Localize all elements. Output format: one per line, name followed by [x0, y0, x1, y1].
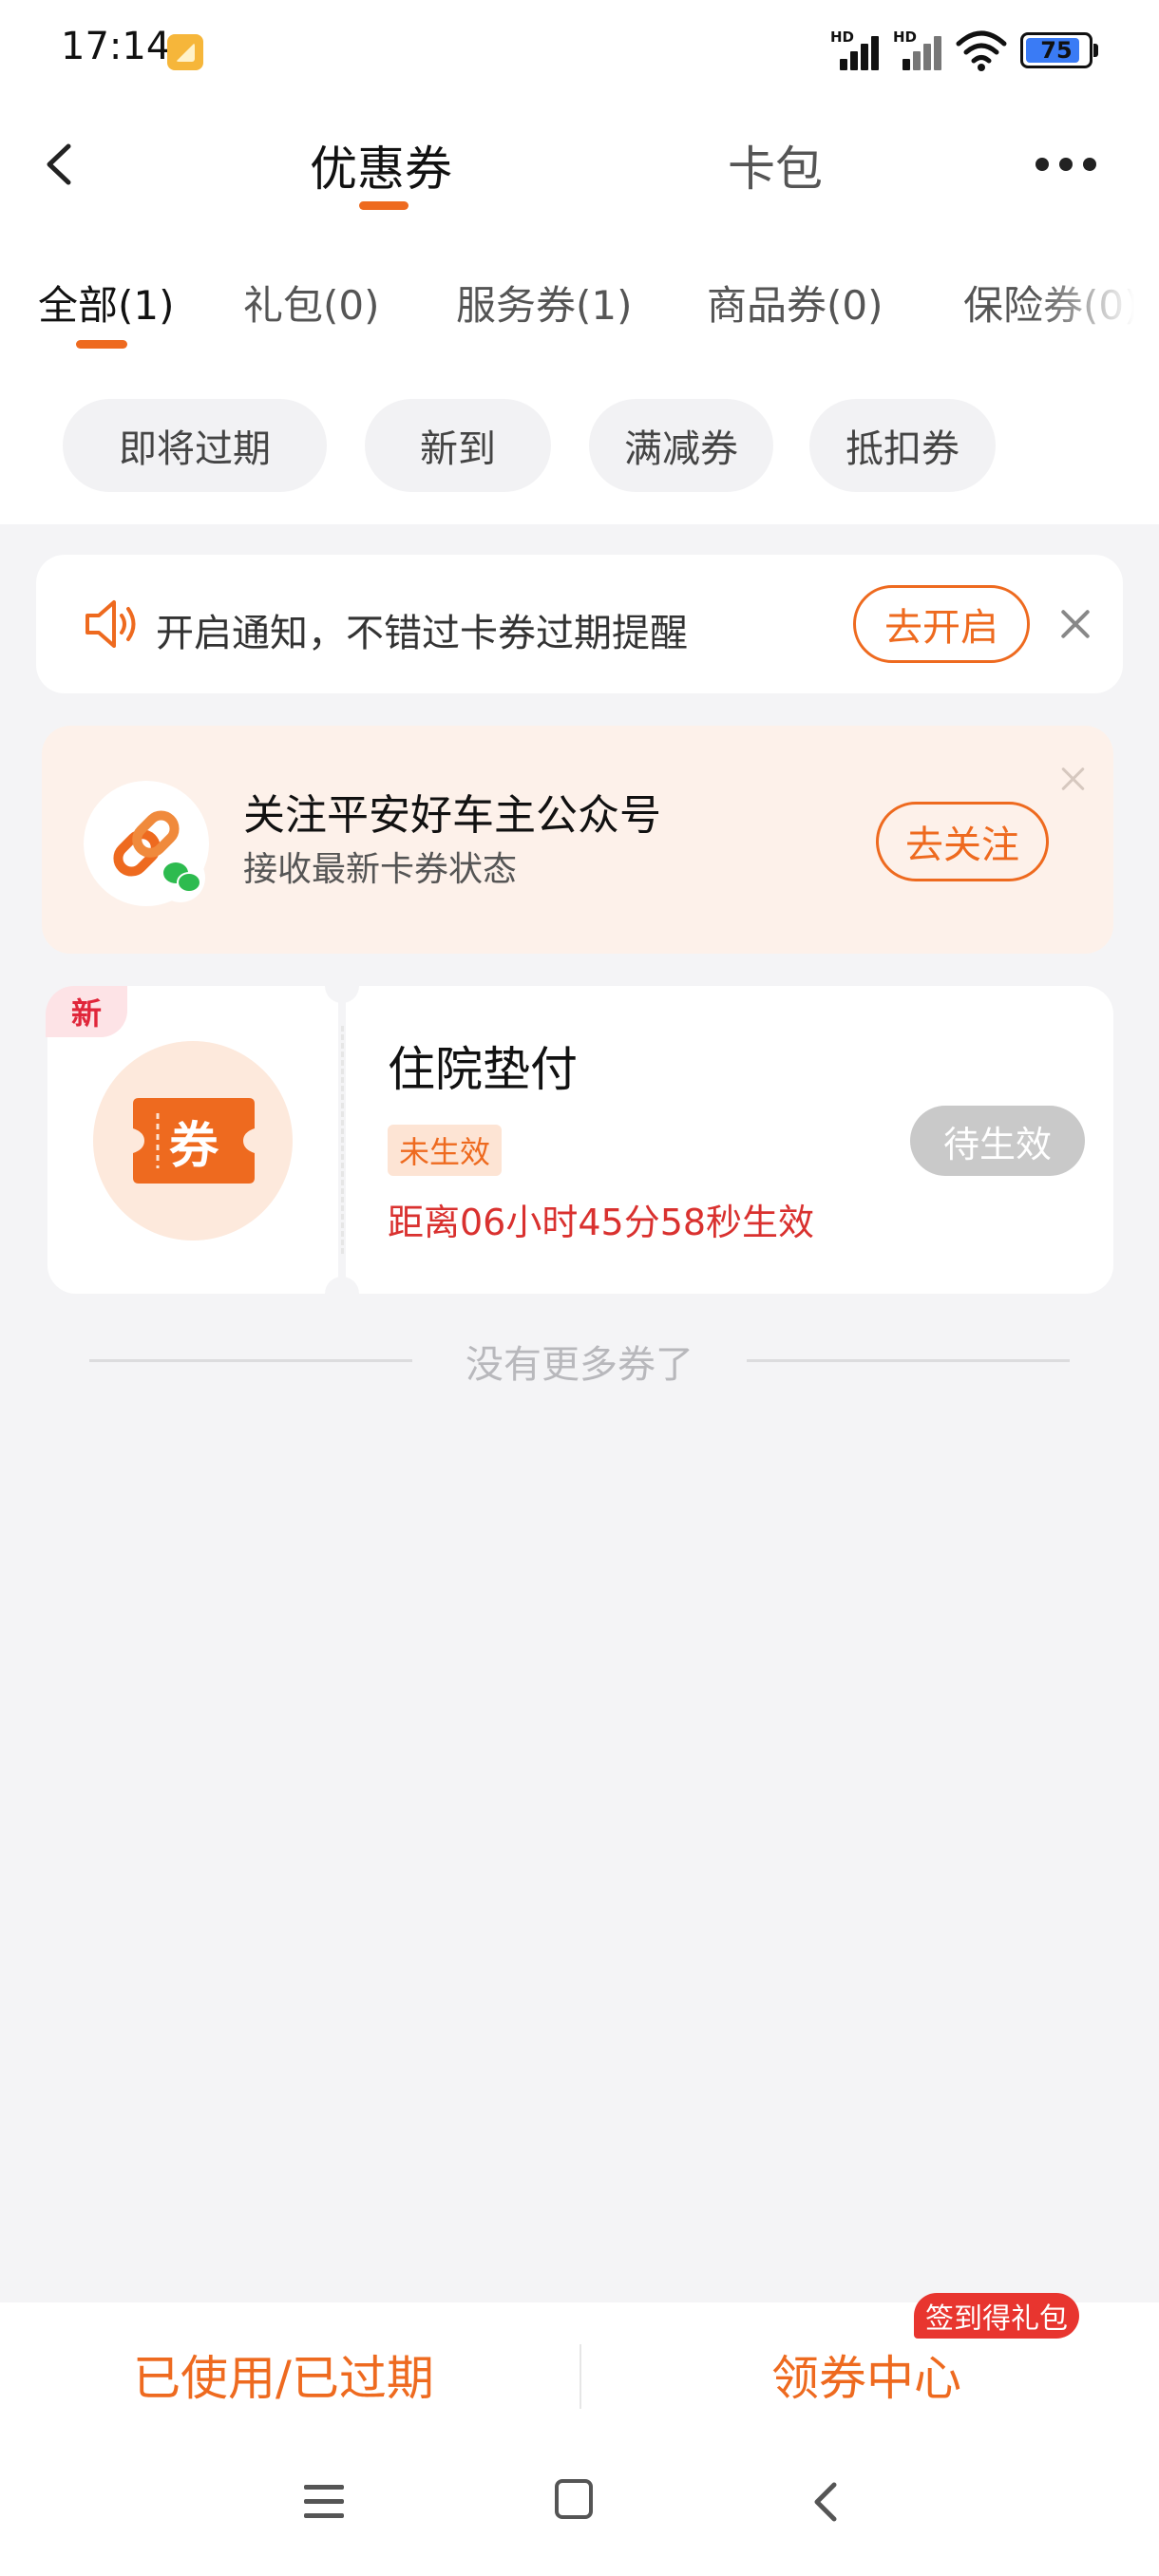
coupon-status-tag: 未生效 — [388, 1125, 503, 1176]
bottom-bar: 已使用/已过期 领券中心 — [0, 2302, 1159, 2576]
coupon-notch-top — [325, 969, 359, 1003]
speaker-icon — [86, 600, 136, 648]
signal-icon: HD — [893, 28, 948, 70]
signal-icon: HD — [830, 28, 885, 70]
wifi-icon — [956, 30, 1007, 71]
app-notification-icon — [167, 34, 203, 70]
close-icon[interactable] — [1058, 764, 1089, 794]
close-icon[interactable] — [1056, 605, 1094, 643]
coupon-center-link[interactable]: 领券中心 — [771, 2340, 961, 2409]
back-nav-icon[interactable] — [804, 2479, 849, 2525]
signal-hd-label: HD — [893, 28, 918, 46]
coupon-notch-bottom — [325, 1277, 359, 1311]
bottom-divider — [580, 2344, 581, 2409]
coupon-card[interactable]: 新 券 住院垫付 未生效 距离06小时45分58秒生效 待生效 — [46, 969, 1113, 1311]
category-tab-goods[interactable]: 商品券(0) — [707, 274, 884, 331]
enable-notification-button[interactable]: 去开启 — [853, 585, 1030, 663]
end-of-list-text: 没有更多券了 — [0, 1334, 1159, 1389]
follow-button[interactable]: 去关注 — [876, 802, 1049, 881]
back-button[interactable] — [36, 131, 93, 198]
signal-hd-label: HD — [830, 28, 855, 46]
more-dots-icon[interactable] — [1036, 158, 1096, 173]
status-bar: 17:14 HD HD 75 — [0, 0, 1159, 95]
tab-card-wallet[interactable]: 卡包 — [728, 131, 823, 199]
battery-icon: 75 — [1020, 32, 1098, 68]
category-tab-gift[interactable]: 礼包(0) — [243, 274, 380, 331]
follow-subtitle: 接收最新卡券状态 — [243, 850, 518, 889]
filter-deduction[interactable]: 抵扣券 — [809, 399, 996, 492]
tab-active-indicator — [359, 201, 408, 210]
category-tab-all[interactable]: 全部(1) — [38, 274, 175, 331]
tab-coupons[interactable]: 优惠券 — [310, 131, 452, 199]
filter-new[interactable]: 新到 — [365, 399, 551, 492]
end-of-list-label: 没有更多券了 — [439, 1343, 720, 1387]
status-time: 17:14 — [61, 25, 171, 68]
notification-banner: 开启通知，不错过卡券过期提醒 去开启 — [36, 555, 1123, 693]
category-fade-overlay — [1036, 237, 1159, 361]
wechat-icon — [156, 853, 205, 902]
signin-gift-badge: 签到得礼包 — [914, 2293, 1079, 2339]
follow-account-card: 关注平安好车主公众号 接收最新卡券状态 去关注 — [42, 726, 1113, 954]
menu-icon[interactable] — [302, 2479, 348, 2525]
category-tab-service[interactable]: 服务券(1) — [456, 274, 633, 331]
category-active-indicator — [76, 340, 127, 349]
used-expired-link[interactable]: 已使用/已过期 — [133, 2340, 434, 2409]
coupon-name: 住院垫付 — [388, 1042, 578, 1097]
follow-title: 关注平安好车主公众号 — [243, 791, 661, 840]
coupon-icon-text: 券 — [168, 1117, 218, 1175]
filter-expiring[interactable]: 即将过期 — [63, 399, 327, 492]
battery-level: 75 — [1040, 37, 1073, 64]
pending-button[interactable]: 待生效 — [910, 1106, 1085, 1176]
coupon-divider — [341, 1026, 344, 1254]
coupon-countdown: 距离06小时45分58秒生效 — [388, 1202, 815, 1243]
new-badge: 新 — [46, 986, 127, 1037]
home-icon[interactable] — [555, 2479, 593, 2519]
filter-discount[interactable]: 满减券 — [589, 399, 773, 492]
notification-text: 开启通知，不错过卡券过期提醒 — [156, 612, 688, 655]
